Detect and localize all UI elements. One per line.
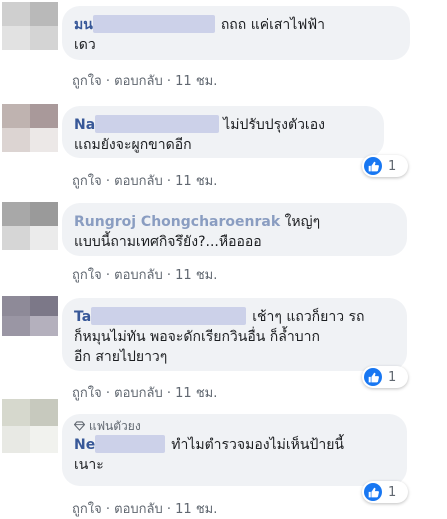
reaction-badge[interactable]: 1: [362, 366, 408, 388]
reaction-badge[interactable]: 1: [362, 155, 408, 177]
reaction-count: 1: [388, 484, 397, 500]
reply-link[interactable]: ตอบกลับ: [114, 502, 163, 517]
avatar[interactable]: [2, 202, 58, 250]
avatar[interactable]: [2, 399, 58, 453]
commenter-name[interactable]: Rungroj Chongcharoenrak: [74, 214, 280, 230]
comment-text: แบบนี้ถามเทศกิจรึยัง?...หืออออ: [74, 234, 262, 250]
comment-line-1: Rungroj Chongcharoenrak ใหญ่ๆ: [74, 212, 395, 232]
comment-line-1: มน ถถถ แค่เสาไฟฟ้า: [74, 15, 398, 35]
comment-line-1: Ne ทำไมตำรวจมองไม่เห็นป้ายนี้: [74, 435, 395, 455]
like-link[interactable]: ถูกใจ: [72, 268, 102, 283]
redacted-name: [92, 15, 215, 33]
comment-text: เนาะ: [74, 457, 104, 473]
reply-link[interactable]: ตอบกลับ: [114, 74, 163, 89]
reaction-count: 1: [388, 158, 397, 174]
diamond-icon: [73, 419, 89, 433]
comment-bubble: แฟนตัวยง Ne ทำไมตำรวจมองไม่เห็นป้ายนี้ เน…: [62, 414, 407, 486]
timestamp[interactable]: 11 ชม.: [175, 386, 217, 401]
comment-text: เช้าๆ แถวก็ยาว รถ: [252, 309, 365, 325]
comment-text: ใหญ่ๆ: [284, 214, 321, 230]
separator: ·: [166, 502, 172, 517]
comment-actions: ถูกใจ · ตอบกลับ · 11 ชม.: [72, 264, 217, 285]
avatar[interactable]: [2, 104, 58, 152]
thumbs-up-icon: [364, 368, 382, 386]
comment-actions: ถูกใจ · ตอบกลับ · 11 ชม.: [72, 498, 217, 519]
comment-actions: ถูกใจ · ตอบกลับ · 11 ชม.: [72, 382, 217, 403]
separator: ·: [105, 502, 110, 517]
comment-text: ทำไมตำรวจมองไม่เห็นป้ายนี้: [171, 437, 344, 453]
comment-text: ถถถ แค่เสาไฟฟ้า: [220, 17, 325, 33]
comment-text: ไม่ปรับปรุงตัวเอง: [223, 117, 325, 133]
timestamp[interactable]: 11 ชม.: [175, 268, 217, 283]
comment-bubble: Ta เช้าๆ แถวก็ยาว รถ ก็หมุนไม่ทัน พอจะดัก…: [62, 298, 407, 371]
comment-text: เดว: [74, 37, 96, 53]
commenter-name[interactable]: Na: [74, 117, 95, 133]
redacted-name: [91, 307, 247, 325]
like-link[interactable]: ถูกใจ: [72, 74, 102, 89]
commenter-name[interactable]: Ne: [74, 437, 95, 453]
commenter-name[interactable]: Ta: [74, 309, 91, 325]
redacted-name: [95, 115, 220, 133]
avatar[interactable]: [2, 296, 58, 336]
comment-line-1: Na ไม่ปรับปรุงตัวเอง: [74, 115, 372, 135]
comment-bubble: Na ไม่ปรับปรุงตัวเอง แถมยังจะผูกขาดอีก: [62, 106, 384, 158]
commenter-name[interactable]: มน: [74, 17, 93, 33]
comment-text: แถมยังจะผูกขาดอีก: [74, 137, 192, 153]
thumbs-up-icon: [364, 483, 382, 501]
reply-link[interactable]: ตอบกลับ: [114, 268, 163, 283]
timestamp[interactable]: 11 ชม.: [175, 502, 217, 517]
separator: ·: [166, 174, 172, 189]
avatar[interactable]: [2, 2, 58, 50]
fan-badge-label: แฟนตัวยง: [88, 419, 141, 433]
reaction-count: 1: [388, 369, 397, 385]
separator: ·: [105, 268, 110, 283]
comment-line-1: Ta เช้าๆ แถวก็ยาว รถ: [74, 307, 395, 327]
fan-badge: แฟนตัวยง: [73, 418, 395, 434]
timestamp[interactable]: 11 ชม.: [175, 174, 217, 189]
comment-text: อีก สายไปยาวๆ: [74, 349, 168, 365]
separator: ·: [166, 386, 172, 401]
like-link[interactable]: ถูกใจ: [72, 502, 102, 517]
separator: ·: [105, 386, 110, 401]
reply-link[interactable]: ตอบกลับ: [114, 386, 163, 401]
timestamp[interactable]: 11 ชม.: [175, 74, 217, 89]
like-link[interactable]: ถูกใจ: [72, 174, 102, 189]
like-link[interactable]: ถูกใจ: [72, 386, 102, 401]
reply-link[interactable]: ตอบกลับ: [114, 174, 163, 189]
redacted-name: [95, 435, 166, 453]
reaction-badge[interactable]: 1: [362, 481, 408, 503]
separator: ·: [166, 74, 172, 89]
separator: ·: [166, 268, 172, 283]
comment-actions: ถูกใจ · ตอบกลับ · 11 ชม.: [72, 70, 217, 91]
comment-bubble: มน ถถถ แค่เสาไฟฟ้า เดว: [62, 6, 410, 60]
separator: ·: [105, 174, 110, 189]
comment-actions: ถูกใจ · ตอบกลับ · 11 ชม.: [72, 170, 217, 191]
comment-bubble: Rungroj Chongcharoenrak ใหญ่ๆ แบบนี้ถามเ…: [62, 203, 407, 256]
separator: ·: [105, 74, 110, 89]
comment-text: ก็หมุนไม่ทัน พอจะดักเรียกวินอื่น ก็ล้ำบา…: [74, 329, 320, 345]
thumbs-up-icon: [364, 157, 382, 175]
